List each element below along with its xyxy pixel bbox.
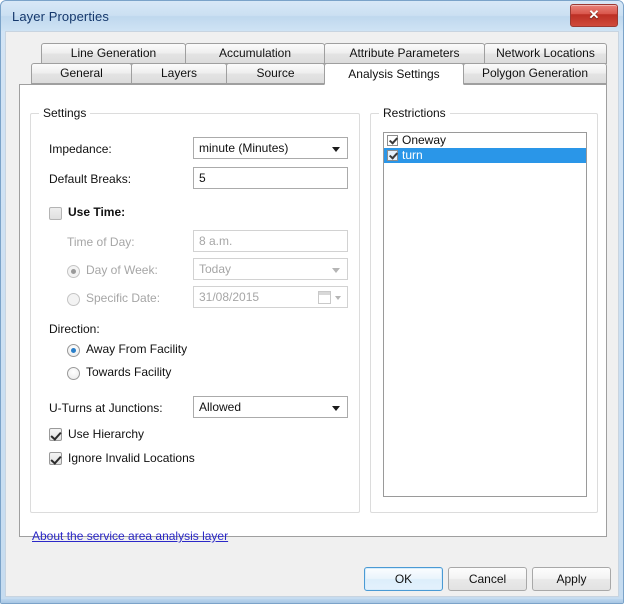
window-title: Layer Properties (12, 9, 109, 24)
direction-towards-label: Towards Facility (86, 365, 172, 379)
close-icon: ✕ (588, 7, 600, 22)
direction-away-label: Away From Facility (86, 342, 188, 356)
tab-analysis-settings[interactable]: Analysis Settings (324, 63, 464, 85)
impedance-label: Impedance: (49, 142, 112, 156)
chevron-down-icon (335, 296, 341, 300)
restriction-label: Oneway (402, 133, 447, 147)
list-item[interactable]: Oneway (384, 133, 586, 148)
analysis-settings-page: Settings Impedance: minute (Minutes) Def… (19, 84, 607, 537)
day-of-week-radio[interactable] (67, 265, 80, 278)
specific-date-radio[interactable] (67, 293, 80, 306)
ok-button[interactable]: OK (364, 567, 443, 591)
specific-date-label: Specific Date: (86, 291, 161, 305)
close-button[interactable]: ✕ (570, 4, 618, 27)
day-of-week-value: Today (199, 262, 232, 276)
settings-group-label: Settings (39, 106, 91, 120)
direction-away-radio[interactable] (67, 344, 80, 357)
use-time-label: Use Time: (68, 205, 126, 219)
tab-attribute-parameters[interactable]: Attribute Parameters (324, 43, 485, 64)
restriction-checkbox[interactable] (387, 150, 398, 161)
tab-polygon-generation[interactable]: Polygon Generation (463, 63, 607, 84)
chevron-down-icon (332, 406, 340, 411)
tab-accumulation[interactable]: Accumulation (185, 43, 325, 64)
tab-line-generation[interactable]: Line Generation (41, 43, 186, 64)
chevron-down-icon (332, 147, 340, 152)
apply-button[interactable]: Apply (532, 567, 611, 591)
restrictions-group-label: Restrictions (379, 106, 450, 120)
ignore-invalid-locations-checkbox[interactable] (49, 452, 62, 465)
tab-general[interactable]: General (31, 63, 132, 84)
list-item[interactable]: turn (384, 148, 586, 163)
time-of-day-input[interactable]: 8 a.m. (193, 230, 348, 252)
restriction-label: turn (402, 148, 423, 162)
uturns-value: Allowed (199, 400, 242, 414)
direction-towards-radio[interactable] (67, 367, 80, 380)
ignore-invalid-locations-label: Ignore Invalid Locations (68, 451, 195, 465)
tab-network-locations[interactable]: Network Locations (484, 43, 607, 64)
restriction-checkbox[interactable] (387, 135, 398, 146)
day-of-week-dropdown[interactable]: Today (193, 258, 348, 280)
restrictions-list[interactable]: Oneway turn (383, 132, 587, 497)
default-breaks-input[interactable]: 5 (193, 167, 348, 189)
restrictions-group: Restrictions Oneway turn (370, 106, 598, 513)
layer-properties-dialog: Layer Properties ✕ Line Generation Accum… (0, 0, 624, 604)
uturns-label: U-Turns at Junctions: (49, 401, 163, 415)
window-bottom-edge (1, 599, 623, 603)
impedance-value: minute (Minutes) (199, 141, 289, 155)
dialog-client-area: Line Generation Accumulation Attribute P… (5, 31, 619, 597)
use-hierarchy-checkbox[interactable] (49, 428, 62, 441)
default-breaks-value: 5 (199, 171, 206, 185)
settings-group: Settings Impedance: minute (Minutes) Def… (30, 106, 360, 513)
use-hierarchy-label: Use Hierarchy (68, 427, 145, 441)
tab-layers[interactable]: Layers (131, 63, 227, 84)
tab-strip: Line Generation Accumulation Attribute P… (19, 43, 607, 85)
direction-label: Direction: (49, 322, 100, 336)
cancel-button[interactable]: Cancel (448, 567, 527, 591)
impedance-dropdown[interactable]: minute (Minutes) (193, 137, 348, 159)
uturns-dropdown[interactable]: Allowed (193, 396, 348, 418)
about-service-area-link[interactable]: About the service area analysis layer (32, 529, 228, 543)
time-of-day-value: 8 a.m. (199, 234, 233, 248)
specific-date-input[interactable]: 31/08/2015 (193, 286, 348, 308)
title-bar: Layer Properties ✕ (1, 1, 623, 31)
calendar-icon (318, 291, 331, 304)
time-of-day-label: Time of Day: (67, 235, 135, 249)
day-of-week-label: Day of Week: (86, 263, 158, 277)
use-time-checkbox[interactable] (49, 207, 62, 220)
tab-source[interactable]: Source (226, 63, 325, 84)
chevron-down-icon (332, 268, 340, 273)
default-breaks-label: Default Breaks: (49, 172, 132, 186)
specific-date-value: 31/08/2015 (199, 290, 260, 304)
